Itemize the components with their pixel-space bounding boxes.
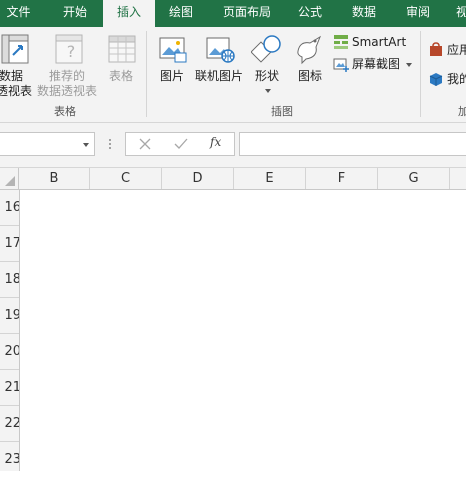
row-header[interactable]: 16 xyxy=(0,190,19,226)
tab-file[interactable]: 文件 xyxy=(0,0,37,27)
icons-button[interactable]: 图标 xyxy=(294,31,326,101)
tab-draw[interactable]: 绘图 xyxy=(155,0,207,27)
illustrations-group-label: 插图 xyxy=(271,105,293,118)
enter-check-icon[interactable] xyxy=(174,138,188,150)
icons-label: 图标 xyxy=(297,69,322,83)
name-box[interactable] xyxy=(0,132,95,156)
svg-text:?: ? xyxy=(67,42,76,61)
tab-data[interactable]: 数据 xyxy=(340,0,388,27)
tables-group-label: 表格 xyxy=(54,105,76,118)
store-label: 应用 xyxy=(447,43,466,57)
row-header[interactable]: 17 xyxy=(0,226,19,262)
tab-page-layout[interactable]: 页面布局 xyxy=(212,0,282,27)
formula-input[interactable] xyxy=(239,132,466,156)
ribbon-tab-bar: 文件 开始 插入 绘图 页面布局 公式 数据 审阅 视 xyxy=(0,0,466,28)
screenshot-label: 屏幕截图 xyxy=(352,57,401,71)
recommended-pivot-icon: ? xyxy=(55,34,83,64)
worksheet-grid[interactable] xyxy=(20,190,466,471)
row-header[interactable]: 18 xyxy=(0,262,19,298)
store-icon xyxy=(430,42,442,56)
column-header-bar: B C D E F G xyxy=(0,168,466,190)
row-header[interactable]: 21 xyxy=(0,370,19,406)
column-header-b[interactable]: B xyxy=(19,168,90,189)
online-picture-label: 联机图片 xyxy=(194,69,243,83)
shapes-icon xyxy=(251,35,281,63)
formula-buttons: fx xyxy=(125,132,235,156)
my-addins-button[interactable]: 我的 xyxy=(428,69,466,89)
screenshot-dropdown-icon xyxy=(406,63,412,67)
formula-bar-grip-icon xyxy=(109,139,111,149)
picture-icon xyxy=(159,37,187,63)
pivot-table-label-1: 数据 xyxy=(0,69,24,83)
row-header-bar: 16 17 18 19 20 21 22 23 xyxy=(0,190,20,471)
column-header-e[interactable]: E xyxy=(234,168,306,189)
picture-button[interactable]: 图片 xyxy=(156,31,188,101)
column-header-f[interactable]: F xyxy=(306,168,378,189)
row-header[interactable]: 23 xyxy=(0,442,19,478)
smartart-label: SmartArt xyxy=(352,35,407,49)
tab-review[interactable]: 审阅 xyxy=(396,0,440,27)
smartart-icon xyxy=(334,35,348,49)
table-button[interactable]: 表格 xyxy=(104,31,138,101)
name-box-dropdown-icon[interactable] xyxy=(83,143,89,147)
shapes-label: 形状 xyxy=(254,69,279,83)
table-icon xyxy=(108,35,136,63)
tab-view[interactable]: 视 xyxy=(452,0,466,27)
column-header-d[interactable]: D xyxy=(162,168,234,189)
tab-home[interactable]: 开始 xyxy=(50,0,100,27)
screenshot-icon xyxy=(333,58,349,72)
addins-group-label: 加 xyxy=(458,105,466,118)
recommended-pivot-label-2: 数据透视表 xyxy=(36,84,97,98)
screenshot-button[interactable]: 屏幕截图 xyxy=(333,54,417,74)
row-header[interactable]: 22 xyxy=(0,406,19,442)
table-label: 表格 xyxy=(108,69,133,83)
formula-bar: fx xyxy=(0,123,466,168)
select-all-icon xyxy=(5,176,15,186)
select-all-button[interactable] xyxy=(0,168,19,189)
picture-label: 图片 xyxy=(159,69,184,83)
row-header[interactable]: 19 xyxy=(0,298,19,334)
online-picture-icon xyxy=(206,37,235,63)
cancel-icon[interactable] xyxy=(139,138,151,150)
group-divider xyxy=(420,31,421,117)
column-header-g[interactable]: G xyxy=(378,168,450,189)
shapes-dropdown-icon xyxy=(265,89,271,93)
ribbon-insert-panel: 数据 透视表 ? 推荐的 数据透视表 表格 表格 图片 联机图片 形状 图标 S… xyxy=(0,27,466,123)
smartart-button[interactable]: SmartArt xyxy=(333,32,417,52)
group-divider xyxy=(146,31,147,117)
pivot-table-label-2: 透视表 xyxy=(0,84,33,98)
my-addins-icon xyxy=(429,73,443,86)
online-picture-button[interactable]: 联机图片 xyxy=(193,31,245,101)
tab-insert[interactable]: 插入 xyxy=(103,0,155,28)
my-addins-label: 我的 xyxy=(447,72,466,86)
column-header-c[interactable]: C xyxy=(90,168,162,189)
recommended-pivot-button[interactable]: ? 推荐的 数据透视表 xyxy=(36,31,98,101)
icons-icon xyxy=(297,35,322,65)
pivot-table-icon xyxy=(1,34,29,64)
shapes-button[interactable]: 形状 xyxy=(251,31,283,101)
insert-function-icon[interactable]: fx xyxy=(210,135,221,149)
store-button[interactable]: 应用 xyxy=(428,40,466,60)
recommended-pivot-label-1: 推荐的 xyxy=(48,69,85,83)
tab-formulas[interactable]: 公式 xyxy=(288,0,332,27)
pivot-table-button[interactable]: 数据 透视表 xyxy=(0,31,36,101)
row-header[interactable]: 20 xyxy=(0,334,19,370)
